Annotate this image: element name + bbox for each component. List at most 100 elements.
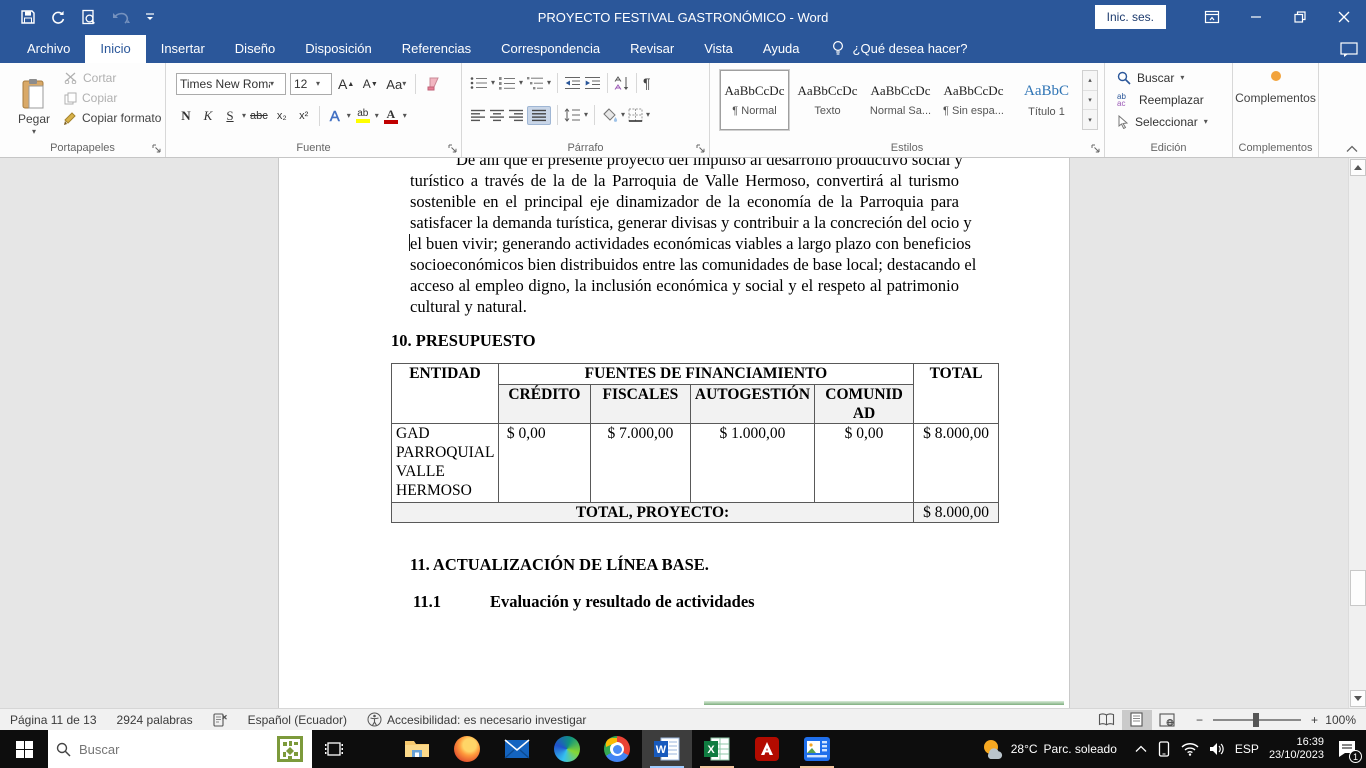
vertical-scrollbar[interactable] (1348, 158, 1366, 708)
underline-button[interactable]: S (220, 105, 240, 127)
shading-button[interactable] (601, 108, 618, 122)
tab-inicio[interactable]: Inicio (85, 35, 145, 63)
find-button[interactable]: Buscar ▾ (1117, 71, 1208, 85)
italic-button[interactable]: K (198, 105, 218, 127)
style-card-sin-espaciado[interactable]: AaBbCcDc ¶ Sin espa... (939, 70, 1008, 130)
portapapeles-dialog-launcher-icon[interactable] (150, 142, 162, 154)
shrink-font-button[interactable]: A▼ (360, 73, 380, 95)
font-size-input[interactable] (294, 77, 316, 91)
tab-referencias[interactable]: Referencias (387, 35, 486, 63)
highlight-dropdown-icon[interactable]: ▾ (375, 112, 379, 120)
style-card-normal-sa[interactable]: AaBbCcDc Normal Sa... (866, 70, 935, 130)
taskbar-search-box[interactable] (48, 730, 312, 768)
underline-dropdown-icon[interactable]: ▾ (242, 112, 246, 120)
estilos-dialog-launcher-icon[interactable] (1089, 142, 1101, 154)
font-name-input[interactable] (180, 77, 270, 91)
ribbon-display-options-icon[interactable] (1190, 0, 1234, 34)
tab-vista[interactable]: Vista (689, 35, 748, 63)
scroll-down-icon[interactable] (1350, 690, 1366, 707)
bullets-button[interactable] (470, 76, 488, 90)
scroll-up-icon[interactable] (1350, 159, 1366, 176)
web-layout-icon[interactable] (1152, 710, 1182, 730)
wifi-icon[interactable] (1181, 742, 1199, 756)
phone-link-icon[interactable] (1157, 741, 1171, 757)
shading-dropdown-icon[interactable]: ▾ (621, 111, 625, 119)
grow-font-button[interactable]: A▲ (336, 73, 356, 95)
mail-button[interactable] (492, 730, 542, 768)
borders-dropdown-icon[interactable]: ▾ (646, 111, 650, 119)
tab-correspondencia[interactable]: Correspondencia (486, 35, 615, 63)
clock[interactable]: 16:39 23/10/2023 (1269, 736, 1324, 762)
show-paragraph-marks-button[interactable]: ¶ (643, 75, 651, 91)
font-name-combo[interactable]: ▾ (176, 73, 286, 95)
bold-button[interactable]: N (176, 105, 196, 127)
edge-button[interactable] (542, 730, 592, 768)
tray-expand-icon[interactable] (1135, 745, 1147, 753)
style-card-normal[interactable]: AaBbCcDc ¶ Normal (720, 70, 789, 130)
language-tray-indicator[interactable]: ESP (1235, 742, 1259, 756)
numbering-dropdown-icon[interactable]: ▾ (519, 79, 523, 87)
multilevel-list-button[interactable] (526, 76, 544, 90)
tab-archivo[interactable]: Archivo (12, 35, 85, 63)
customize-qat-icon[interactable] (145, 11, 155, 23)
borders-button[interactable] (628, 108, 643, 122)
increase-indent-button[interactable] (584, 76, 601, 90)
complementos-button[interactable]: Complementos (1233, 71, 1318, 105)
collapse-ribbon-icon[interactable] (1346, 145, 1358, 153)
minimize-button[interactable] (1234, 0, 1278, 34)
zoom-slider[interactable] (1213, 719, 1301, 721)
tab-insertar[interactable]: Insertar (146, 35, 220, 63)
close-button[interactable] (1322, 0, 1366, 34)
numbering-button[interactable] (498, 76, 516, 90)
clear-formatting-button[interactable] (423, 73, 443, 95)
font-name-dropdown-icon[interactable]: ▾ (270, 80, 274, 88)
print-preview-icon[interactable] (80, 9, 97, 26)
word-count[interactable]: 2924 palabras (107, 709, 203, 730)
font-size-dropdown-icon[interactable]: ▾ (316, 80, 320, 88)
fuente-dialog-launcher-icon[interactable] (446, 142, 458, 154)
tab-diseno[interactable]: Diseño (220, 35, 290, 63)
parrafo-dialog-launcher-icon[interactable] (694, 142, 706, 154)
font-size-combo[interactable]: ▾ (290, 73, 332, 95)
select-button[interactable]: Seleccionar ▾ (1117, 115, 1208, 129)
tab-disposicion[interactable]: Disposición (290, 35, 386, 63)
zoom-in-icon[interactable]: + (1309, 709, 1320, 730)
styles-scroll-down-icon[interactable]: ▾ (1083, 91, 1097, 111)
format-painter-button[interactable]: Copiar formato (64, 111, 161, 125)
pinned-app-button[interactable] (792, 730, 842, 768)
sort-button[interactable] (614, 76, 630, 91)
read-mode-icon[interactable] (1092, 710, 1122, 730)
multilevel-dropdown-icon[interactable]: ▾ (547, 79, 551, 87)
subscript-button[interactable]: x₂ (272, 105, 292, 127)
align-center-button[interactable] (489, 109, 505, 122)
search-input[interactable] (79, 742, 268, 757)
action-center-button[interactable]: 1 (1334, 736, 1360, 762)
zoom-out-icon[interactable]: − (1182, 709, 1205, 730)
proofing-status[interactable] (203, 709, 238, 730)
firefox-button[interactable] (442, 730, 492, 768)
align-right-button[interactable] (508, 109, 524, 122)
highlight-button[interactable]: ab (353, 105, 373, 127)
font-color-dropdown-icon[interactable]: ▾ (403, 112, 407, 120)
replace-button[interactable]: ab ac Reemplazar (1117, 93, 1208, 107)
word-button[interactable]: W (642, 730, 692, 768)
line-spacing-button[interactable] (564, 108, 581, 122)
search-highlight-icon[interactable] (276, 735, 304, 763)
restore-button[interactable] (1278, 0, 1322, 34)
style-card-titulo1[interactable]: AaBbC Título 1 (1012, 70, 1081, 130)
weather-widget[interactable]: 28°C Parc. soleado (981, 738, 1117, 760)
tab-ayuda[interactable]: Ayuda (748, 35, 815, 63)
text-effects-button[interactable]: A (325, 105, 345, 127)
file-explorer-button[interactable] (392, 730, 442, 768)
accessibility-status[interactable]: Accesibilidad: es necesario investigar (357, 709, 596, 730)
volume-icon[interactable] (1209, 742, 1225, 756)
decrease-indent-button[interactable] (564, 76, 581, 90)
paste-button[interactable]: Pegar ▾ (8, 69, 60, 145)
start-button[interactable] (0, 730, 48, 768)
sign-in-button[interactable]: Inic. ses. (1095, 5, 1166, 29)
page-indicator[interactable]: Página 11 de 13 (0, 709, 107, 730)
superscript-button[interactable]: x² (294, 105, 314, 127)
zoom-slider-thumb[interactable] (1253, 713, 1259, 727)
tell-me-box[interactable]: ¿Qué desea hacer? (815, 40, 978, 63)
document-page[interactable]: De ahí que el presente proyecto del impu… (278, 158, 1070, 708)
